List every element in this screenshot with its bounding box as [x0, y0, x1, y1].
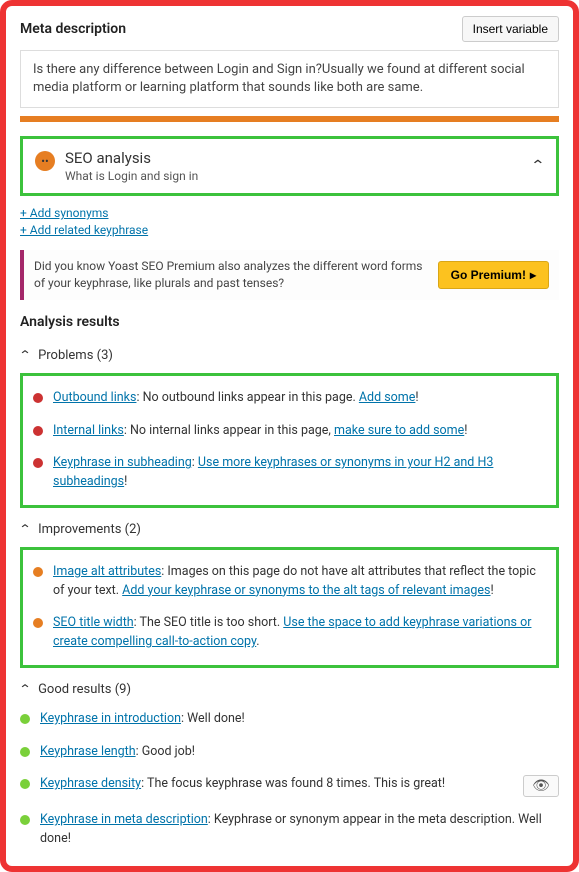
- analysis-item: Internal links: No internal links appear…: [33, 415, 546, 448]
- go-premium-button[interactable]: Go Premium!▸: [438, 261, 549, 289]
- item-action-link[interactable]: Add some: [359, 390, 416, 405]
- insert-variable-button[interactable]: Insert variable: [462, 16, 559, 42]
- seo-panel: Meta description Insert variable Is ther…: [0, 0, 579, 872]
- item-title-link[interactable]: Keyphrase in meta description: [40, 812, 208, 827]
- category-label: Good results (9): [38, 682, 131, 697]
- orange-dot-icon: [33, 618, 43, 628]
- category-good[interactable]: ⌃ Good results (9): [20, 676, 559, 703]
- problems-box: Outbound links: No outbound links appear…: [20, 373, 559, 508]
- neutral-face-icon: ••: [35, 151, 55, 171]
- seo-analysis-box[interactable]: •• SEO analysis What is Login and sign i…: [20, 136, 559, 196]
- analysis-item: Keyphrase in meta description: Keyphrase…: [20, 804, 559, 856]
- seo-header: •• SEO analysis What is Login and sign i…: [35, 149, 544, 183]
- item-title-link[interactable]: Outbound links: [53, 390, 136, 405]
- add-related-keyphrase-link[interactable]: + Add related keyphrase: [20, 223, 148, 237]
- chevron-up-icon: ⌃: [18, 522, 31, 536]
- item-action-link[interactable]: make sure to add some: [334, 423, 464, 438]
- category-label: Improvements (2): [38, 522, 141, 537]
- green-dot-icon: [20, 747, 30, 757]
- red-dot-icon: [33, 393, 43, 403]
- item-title-link[interactable]: Keyphrase in subheading: [53, 455, 192, 470]
- item-title-link[interactable]: Internal links: [53, 423, 124, 438]
- chevron-up-icon: ⌃: [18, 348, 31, 362]
- red-dot-icon: [33, 458, 43, 468]
- mark-toggle-button[interactable]: 👁: [523, 775, 559, 797]
- category-problems[interactable]: ⌃ Problems (3): [20, 342, 559, 369]
- category-label: Problems (3): [38, 348, 113, 363]
- chevron-up-icon[interactable]: ⌃: [531, 158, 546, 174]
- meta-description-textarea[interactable]: Is there any difference between Login an…: [20, 50, 559, 108]
- green-dot-icon: [20, 815, 30, 825]
- meta-title: Meta description: [20, 21, 126, 37]
- chevron-up-icon: ⌃: [18, 682, 31, 696]
- analysis-item: Outbound links: No outbound links appear…: [33, 382, 546, 415]
- meta-header: Meta description Insert variable: [20, 16, 559, 42]
- seo-analysis-title: SEO analysis: [65, 149, 198, 167]
- analysis-item: SEO title width: The SEO title is too sh…: [33, 607, 546, 659]
- orange-dot-icon: [33, 567, 43, 577]
- seo-keyphrase: What is Login and sign in: [65, 169, 198, 183]
- analysis-results-heading: Analysis results: [20, 314, 559, 330]
- eye-icon: 👁: [532, 776, 550, 797]
- analysis-item: Keyphrase length: Good job!: [20, 736, 559, 769]
- analysis-item: Keyphrase in introduction: Well done!: [20, 703, 559, 736]
- analysis-item: Keyphrase density: The focus keyphrase w…: [20, 768, 559, 804]
- green-dot-icon: [20, 714, 30, 724]
- meta-progress-bar: [20, 116, 559, 122]
- improvements-box: Image alt attributes: Images on this pag…: [20, 547, 559, 668]
- green-dot-icon: [20, 779, 30, 789]
- item-title-link[interactable]: Keyphrase in introduction: [40, 711, 181, 726]
- premium-text: Did you know Yoast SEO Premium also anal…: [34, 258, 428, 292]
- analysis-item: Image alt attributes: Images on this pag…: [33, 556, 546, 608]
- item-title-link[interactable]: Image alt attributes: [53, 564, 161, 579]
- premium-upsell: Did you know Yoast SEO Premium also anal…: [20, 250, 559, 300]
- item-action-link[interactable]: Add your keyphrase or synonyms to the al…: [122, 583, 490, 598]
- analysis-item: Keyphrase in subheading: Use more keyphr…: [33, 447, 546, 499]
- item-title-link[interactable]: Keyphrase density: [40, 776, 141, 791]
- category-improvements[interactable]: ⌃ Improvements (2): [20, 516, 559, 543]
- add-synonyms-link[interactable]: + Add synonyms: [20, 206, 109, 220]
- keyphrase-links: + Add synonyms + Add related keyphrase: [20, 206, 559, 238]
- good-results-list: Keyphrase in introduction: Well done! Ke…: [20, 703, 559, 856]
- item-title-link[interactable]: Keyphrase length: [40, 744, 136, 759]
- item-title-link[interactable]: SEO title width: [53, 615, 134, 630]
- red-dot-icon: [33, 426, 43, 436]
- caret-right-icon: ▸: [530, 268, 536, 282]
